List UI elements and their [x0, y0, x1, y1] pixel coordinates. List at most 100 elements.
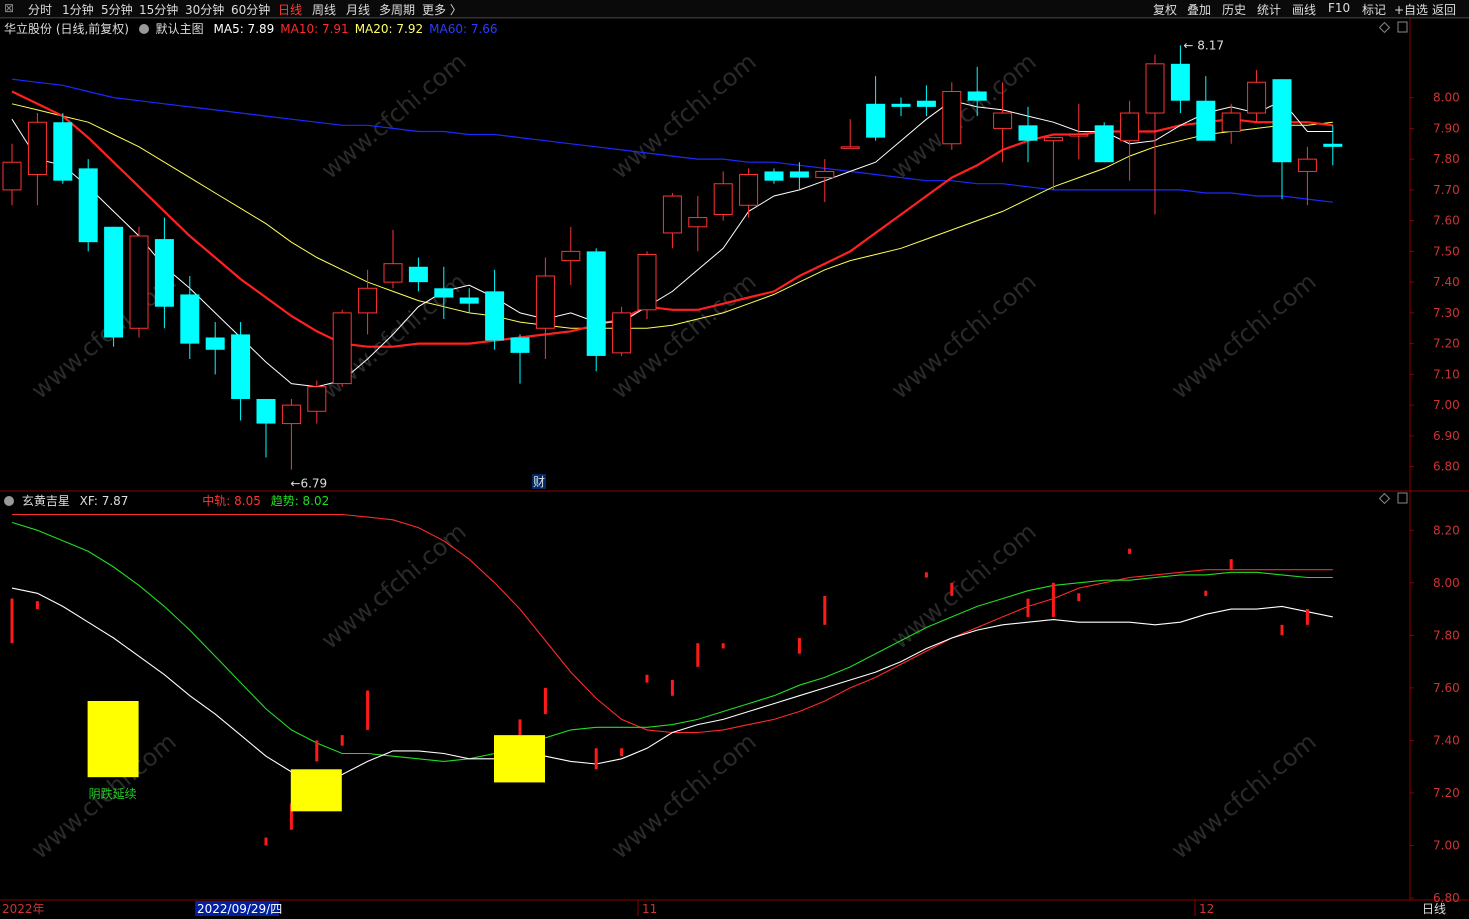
candle-body-40 [1018, 125, 1038, 141]
candle-body-17 [434, 288, 454, 298]
signal-bar-8 [543, 687, 547, 715]
candle-body-7 [180, 294, 200, 344]
sub-ytick-4: 7.40 [1433, 733, 1460, 747]
signal-box-2 [494, 735, 545, 783]
candle-body-46 [1170, 63, 1190, 101]
signal-bar-23 [1204, 590, 1208, 596]
xaxis-month-1: 12 [1199, 902, 1214, 916]
candle-body-44 [1120, 112, 1140, 142]
signal-text: 阴跌延续 [89, 786, 137, 801]
sub-ytick-3: 7.60 [1433, 681, 1460, 695]
signal-bar-13 [696, 643, 700, 667]
main-ytick-9: 7.10 [1433, 367, 1460, 381]
signal-bar-26 [1305, 609, 1309, 625]
watermark-10: www.cfchi.com [606, 47, 762, 184]
main-ytick-7: 7.30 [1433, 306, 1460, 320]
candle-body-4 [104, 226, 124, 338]
candle-body-21 [535, 275, 555, 329]
signal-bar-0 [10, 598, 14, 644]
signal-bar-11 [645, 674, 649, 683]
signal-bar-6 [366, 690, 370, 730]
main-ytick-6: 7.40 [1433, 275, 1460, 289]
candle-body-1 [27, 121, 47, 176]
candle-body-43 [1094, 125, 1114, 163]
signal-bar-14 [721, 643, 725, 649]
candle-body-47 [1196, 100, 1216, 141]
candle-body-35 [891, 103, 911, 107]
candle-body-19 [485, 291, 505, 341]
candle-body-32 [815, 170, 835, 179]
event-marker: 财 [533, 475, 545, 489]
candle-body-37 [942, 90, 962, 145]
window-restore-icon [1397, 21, 1408, 33]
high-label: ← 8.17 [1183, 38, 1224, 52]
main-ytick-10: 7.00 [1433, 398, 1460, 412]
sub-diamond-icon [1378, 492, 1391, 505]
sub-window-icon [1397, 492, 1408, 504]
candle-body-15 [383, 263, 403, 283]
candle-body-22 [561, 250, 581, 262]
main-ytick-11: 6.90 [1433, 429, 1460, 443]
signal-bar-20 [1051, 582, 1055, 617]
candle-body-48 [1221, 112, 1241, 132]
signal-bar-5 [340, 735, 344, 746]
candle-body-38 [967, 91, 987, 101]
watermark-11: www.cfchi.com [316, 47, 472, 184]
signal-box-1 [290, 769, 342, 812]
xaxis-cursor-date: 2022/09/29/四 [197, 902, 282, 916]
candle-body-13 [332, 312, 352, 385]
candle-body-29 [739, 174, 759, 206]
xaxis-month-0: 11 [642, 902, 657, 916]
watermark-9: www.cfchi.com [1166, 727, 1322, 864]
candle-body-49 [1247, 81, 1267, 114]
candle-body-18 [459, 297, 479, 304]
signal-bar-16 [823, 595, 827, 625]
main-ytick-1: 7.90 [1433, 121, 1460, 135]
candle-body-52 [1323, 143, 1343, 147]
main-ytick-3: 7.70 [1433, 183, 1460, 197]
candle-body-27 [688, 217, 708, 228]
candle-body-33 [840, 146, 860, 149]
main-ytick-0: 8.00 [1433, 91, 1460, 105]
main-ytick-5: 7.50 [1433, 244, 1460, 258]
sub-series-1 [11, 521, 1333, 762]
watermark-7: www.cfchi.com [606, 727, 762, 864]
candle-body-31 [789, 171, 809, 178]
candle-body-51 [1297, 158, 1317, 172]
candle-body-12 [307, 386, 327, 412]
signal-bar-18 [950, 582, 954, 596]
signal-bar-17 [924, 572, 928, 578]
sub-ytick-6: 7.00 [1433, 838, 1460, 852]
sub-ytick-2: 7.80 [1433, 628, 1460, 642]
candle-body-11 [281, 404, 301, 425]
candle-body-25 [637, 253, 657, 311]
signal-bar-9 [594, 748, 598, 770]
watermark-4: www.cfchi.com [1166, 267, 1322, 404]
xaxis-year: 2022年 [2, 902, 45, 916]
signal-bar-19 [1026, 598, 1030, 617]
signal-box-0 [87, 701, 139, 778]
candle-body-2 [53, 122, 73, 181]
candle-body-28 [713, 183, 733, 215]
candle-body-23 [586, 251, 606, 356]
signal-bar-10 [620, 748, 624, 757]
candle-body-39 [993, 112, 1013, 129]
diamond-icon [1378, 21, 1391, 34]
watermark-12: www.cfchi.com [886, 47, 1042, 184]
signal-bar-4 [315, 740, 319, 762]
signal-bar-24 [1229, 559, 1233, 570]
sub-ytick-0: 8.20 [1433, 523, 1460, 537]
candle-body-5 [129, 235, 149, 329]
candle-body-42 [1069, 134, 1089, 137]
candle-body-16 [408, 266, 428, 283]
watermark-8: www.cfchi.com [886, 267, 1042, 404]
chart-canvas[interactable]: www.cfchi.com www.cfchi.com www.cfchi.com w… [0, 0, 1469, 919]
sub-ytick-1: 8.00 [1433, 576, 1460, 590]
candle-body-26 [662, 195, 682, 234]
candle-body-50 [1272, 79, 1292, 163]
candle-body-14 [358, 287, 378, 314]
candle-body-3 [78, 168, 98, 243]
main-ytick-8: 7.20 [1433, 337, 1460, 351]
signal-bar-21 [1077, 593, 1081, 602]
signal-bar-15 [797, 637, 801, 654]
